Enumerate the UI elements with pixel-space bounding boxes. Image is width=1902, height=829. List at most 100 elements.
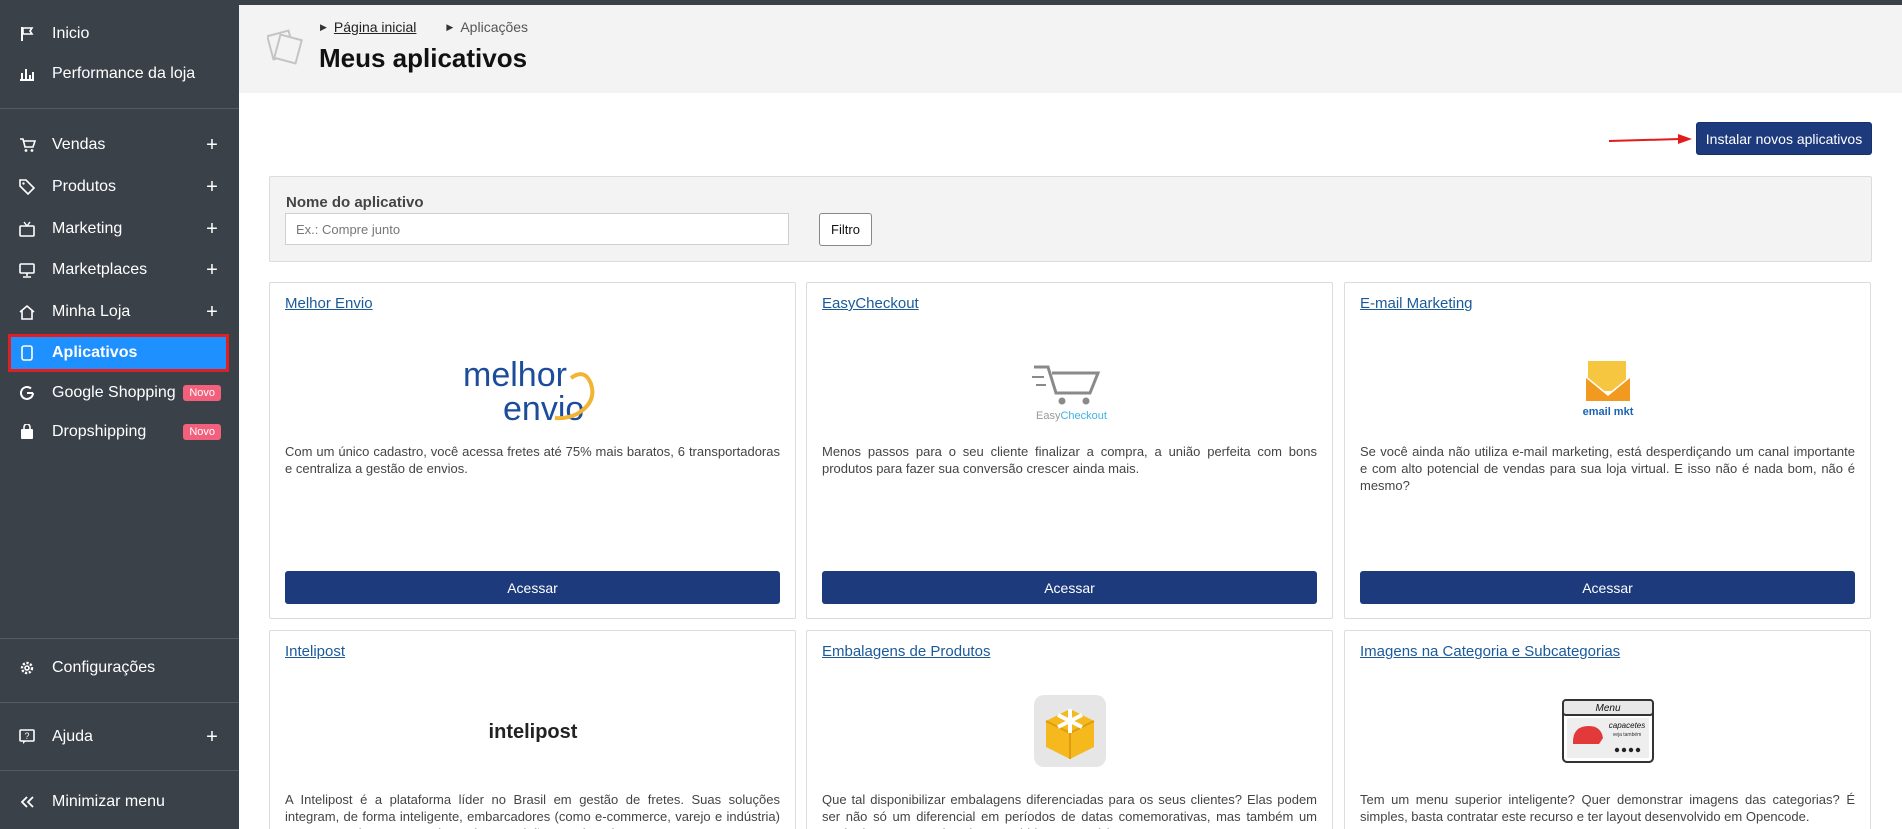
flag-icon [18, 25, 36, 43]
expand-icon[interactable]: + [205, 302, 219, 322]
app-title-link[interactable]: Embalagens de Produtos [822, 643, 990, 660]
caret-right-icon: ▶ [446, 21, 454, 32]
sidebar-item-label: Configurações [52, 659, 156, 676]
sidebar-item-configuracoes[interactable]: Configurações [10, 651, 227, 685]
app-card-email-marketing: E-mail Marketing email mkt Se você ainda… [1344, 282, 1871, 619]
breadcrumb-home-link[interactable]: Página inicial [334, 19, 417, 35]
easycheckout-logo-text-2: Checkout [1060, 410, 1106, 422]
sidebar-item-label: Aplicativos [52, 344, 138, 361]
sidebar-item-ajuda[interactable]: ? Ajuda + [10, 720, 227, 754]
breadcrumb-current: Aplicações [460, 19, 529, 35]
sidebar-item-label: Dropshipping [52, 423, 147, 440]
expand-icon[interactable]: + [205, 135, 219, 155]
sidebar-item-marketing[interactable]: Marketing + [10, 212, 227, 246]
expand-icon[interactable]: + [205, 260, 219, 280]
sidebar-divider [0, 638, 239, 639]
app-title-link[interactable]: EasyCheckout [822, 295, 919, 312]
email-mkt-logo-text: email mkt [1582, 406, 1633, 418]
expand-icon[interactable]: + [205, 727, 219, 747]
app-title-link[interactable]: Melhor Envio [285, 295, 373, 312]
filter-label: Nome do aplicativo [286, 194, 424, 211]
sidebar-divider [0, 108, 239, 109]
app-title-link[interactable]: E-mail Marketing [1360, 295, 1473, 312]
new-badge: Novo [183, 424, 221, 440]
new-badge: Novo [183, 385, 221, 401]
app-description: Tem um menu superior inteligente? Quer d… [1360, 792, 1855, 824]
category-menu-logo-text-3: veja também [1612, 732, 1641, 738]
easycheckout-logo-text-1: Easy [1036, 410, 1061, 422]
melhor-envio-logo-text-1: melhor [463, 356, 567, 394]
sidebar-item-label: Ajuda [52, 728, 93, 745]
home-icon [18, 303, 36, 321]
app-description: Se você ainda não utiliza e-mail marketi… [1360, 444, 1855, 493]
sidebar-item-label: Minimizar menu [52, 793, 165, 810]
sidebar-item-minimizar[interactable]: Minimizar menu [10, 785, 227, 819]
tag-icon [18, 178, 36, 196]
intelipost-logo: intelipost [270, 677, 795, 785]
email-mkt-logo: email mkt [1345, 335, 1870, 445]
sidebar-item-performance[interactable]: Performance da loja [10, 57, 227, 91]
filter-panel: Nome do aplicativo Filtro [269, 176, 1872, 262]
sidebar-item-google-shopping[interactable]: Google Shopping Novo [10, 376, 227, 410]
sidebar-item-label: Marketplaces [52, 261, 148, 278]
sidebar-item-label: Produtos [52, 178, 117, 195]
app-description: A Intelipost é a plataforma líder no Bra… [285, 792, 780, 829]
sidebar-divider [0, 770, 239, 771]
breadcrumb: ▶ Página inicial ▶ Aplicações [320, 19, 528, 35]
sidebar-item-label: Inicio [52, 25, 90, 42]
access-button[interactable]: Acessar [1360, 571, 1855, 604]
access-button[interactable]: Acessar [285, 571, 780, 604]
sidebar-item-produtos[interactable]: Produtos + [10, 170, 227, 204]
app-card-melhor-envio: Melhor Envio melhor envio Com um único c… [269, 282, 796, 619]
app-card-imagens-categoria: Imagens na Categoria e Subcategorias Men… [1344, 630, 1871, 829]
app-card-embalagens: Embalagens de Produtos Que tal disponibi… [806, 630, 1333, 829]
sidebar-item-minha-loja[interactable]: Minha Loja + [10, 295, 227, 329]
category-menu-logo-text-2: capacetes [1608, 721, 1644, 730]
monitor-icon [18, 261, 36, 279]
sidebar-item-marketplaces[interactable]: Marketplaces + [10, 253, 227, 287]
sidebar-item-label: Performance da loja [52, 65, 196, 82]
category-menu-logo: Menu capacetes veja também [1345, 677, 1870, 785]
red-arrow-annotation [1608, 134, 1692, 144]
page-title: Meus aplicativos [319, 43, 528, 73]
svg-text:EasyCheckout: EasyCheckout [1036, 410, 1107, 422]
app-description: Que tal disponibilizar embalagens difere… [822, 792, 1317, 829]
access-button[interactable]: Acessar [822, 571, 1317, 604]
gift-box-logo [807, 677, 1332, 785]
svg-text:?: ? [24, 731, 29, 741]
melhor-envio-logo-text-2: envio [503, 390, 584, 428]
app-card-easycheckout: EasyCheckout EasyCheckout Menos passos p… [806, 282, 1333, 619]
mobile-icon [18, 344, 36, 362]
sidebar: Inicio Performance da loja Vendas + Prod… [0, 0, 239, 829]
tv-icon [18, 220, 36, 238]
sidebar-item-label: Google Shopping [52, 384, 176, 401]
sidebar-item-label: Minha Loja [52, 303, 131, 320]
intelipost-logo-text: intelipost [488, 721, 577, 743]
app-title-link[interactable]: Intelipost [285, 643, 345, 660]
sidebar-item-dropshipping[interactable]: Dropshipping Novo [10, 415, 227, 449]
easycheckout-logo: EasyCheckout [807, 335, 1332, 445]
app-name-input[interactable] [285, 213, 789, 245]
double-chevron-left-icon [18, 793, 36, 811]
category-menu-logo-text-1: Menu [1595, 703, 1620, 714]
sidebar-item-aplicativos[interactable]: Aplicativos [8, 334, 229, 372]
bar-chart-icon [18, 65, 36, 83]
bag-icon [18, 423, 36, 441]
apps-logo-icon [267, 29, 303, 65]
google-icon [18, 384, 36, 402]
expand-icon[interactable]: + [205, 177, 219, 197]
melhor-envio-logo: melhor envio [270, 335, 795, 445]
sidebar-item-vendas[interactable]: Vendas + [10, 128, 227, 162]
sidebar-item-label: Vendas [52, 136, 106, 153]
sidebar-item-label: Marketing [52, 220, 123, 237]
install-apps-button[interactable]: Instalar novos aplicativos [1696, 122, 1872, 155]
page-header: ▶ Página inicial ▶ Aplicações Meus aplic… [239, 5, 1902, 93]
sidebar-item-inicio[interactable]: Inicio [10, 17, 227, 51]
gear-icon [18, 659, 36, 677]
filter-button[interactable]: Filtro [819, 213, 872, 246]
caret-right-icon: ▶ [320, 21, 327, 32]
app-description: Com um único cadastro, você acessa frete… [285, 444, 780, 476]
app-title-link[interactable]: Imagens na Categoria e Subcategorias [1360, 643, 1620, 660]
expand-icon[interactable]: + [205, 219, 219, 239]
app-card-intelipost: Intelipost intelipost A Intelipost é a p… [269, 630, 796, 829]
